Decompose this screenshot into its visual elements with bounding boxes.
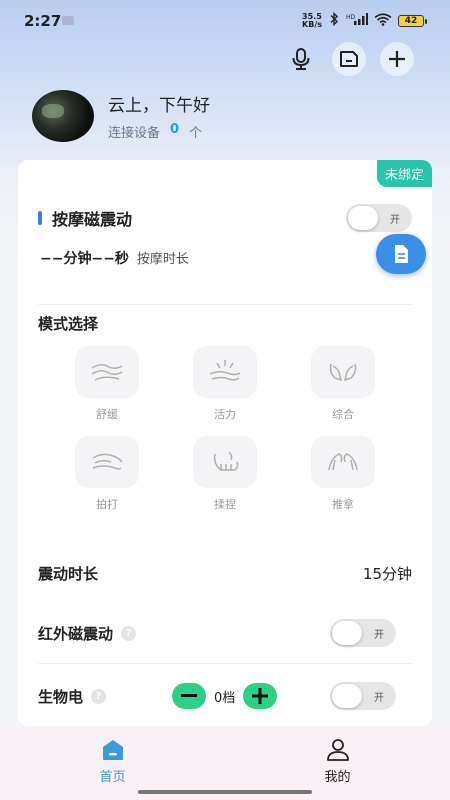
vibration-duration-row[interactable]: 震动时长 15分钟: [38, 553, 412, 593]
massage-vibration-toggle[interactable]: 开: [346, 204, 412, 232]
vibration-duration-value[interactable]: 15分钟: [363, 563, 412, 584]
toggle-knob: [332, 684, 362, 708]
increase-button[interactable]: [243, 683, 278, 709]
document-fab-button[interactable]: [376, 234, 426, 274]
mode-label: 舒缓: [96, 408, 118, 421]
device-card-icon: [340, 51, 358, 67]
minus-icon: [181, 694, 197, 697]
title-accent-bar: [38, 211, 42, 225]
profile-header: 云上，下午好 连接设备 0 个: [32, 90, 210, 142]
bind-status-badge[interactable]: 未绑定: [376, 160, 432, 187]
status-time: 2:27: [24, 12, 62, 30]
bioelectric-level-stepper: 0档: [172, 683, 278, 709]
add-button[interactable]: [380, 42, 414, 76]
duration-value: −−分钟−−秒: [40, 251, 129, 267]
microphone-icon: [292, 48, 310, 70]
wave-hand-icon: [75, 346, 139, 398]
connected-count: 0: [170, 122, 180, 137]
bioelectric-toggle[interactable]: 开: [330, 682, 396, 710]
connected-label: 连接设备: [108, 126, 161, 141]
tap-hand-icon: [75, 436, 139, 488]
toggle-label: 开: [390, 215, 400, 226]
bioelectric-label: 生物电: [38, 687, 84, 706]
mode-push[interactable]: 推拿: [284, 436, 402, 512]
person-icon: [326, 739, 349, 761]
toggle-knob: [332, 621, 362, 645]
net-speed: 35.5 KB/s: [302, 12, 322, 29]
mode-label: 活力: [214, 408, 236, 421]
mode-tap[interactable]: 拍打: [48, 436, 166, 512]
device-card-button[interactable]: [332, 42, 366, 76]
status-bar: 2:27 35.5 KB/s HD 42: [0, 0, 450, 40]
top-actions: [284, 42, 414, 76]
section-title-text: 按摩磁震动: [52, 210, 133, 229]
toggle-knob: [348, 206, 378, 230]
document-icon: [395, 245, 408, 263]
microphone-button[interactable]: [284, 42, 318, 76]
status-right-group: 35.5 KB/s HD 42: [302, 11, 427, 29]
infrared-label: 红外磁震动: [38, 624, 114, 643]
mode-label: 推拿: [332, 498, 354, 511]
mode-soothe[interactable]: 舒缓: [48, 346, 166, 422]
mode-label: 拍打: [96, 498, 118, 511]
plus-icon: [389, 51, 405, 67]
massage-duration: −−分钟−−秒 按摩时长: [40, 248, 189, 268]
knead-hand-icon: [193, 436, 257, 488]
battery-level: 42: [404, 15, 418, 26]
mode-label: 综合: [332, 408, 354, 421]
bluetooth-icon: [328, 11, 340, 29]
push-hands-icon: [311, 436, 375, 488]
hd-tag: HD: [346, 14, 356, 21]
connected-unit: 个: [189, 126, 203, 141]
help-icon[interactable]: ?: [91, 688, 107, 704]
notification-icon: [62, 16, 74, 25]
bottom-nav: 首页 我的: [0, 728, 450, 800]
decrease-button[interactable]: [172, 683, 206, 709]
sparkle-hand-icon: [193, 346, 257, 398]
nav-mine-label: 我的: [324, 770, 351, 785]
connected-devices: 连接设备 0 个: [108, 122, 210, 141]
section-title: 按摩磁震动: [38, 206, 132, 230]
divider: [38, 304, 412, 305]
wifi-icon: [374, 12, 392, 29]
mode-label: 揉捏: [214, 498, 236, 511]
greeting-text: 云上，下午好: [108, 96, 210, 116]
cellular-signal-icon: HD: [346, 13, 368, 28]
battery-icon: 42: [398, 14, 427, 27]
duration-label: 按摩时长: [136, 252, 189, 267]
mode-vitality[interactable]: 活力: [166, 346, 284, 422]
avatar[interactable]: [32, 90, 94, 142]
mode-knead[interactable]: 揉捏: [166, 436, 284, 512]
home-indicator: [138, 790, 312, 794]
nav-home-label: 首页: [99, 770, 126, 785]
greeting-block: 云上，下午好 连接设备 0 个: [108, 91, 210, 141]
mode-combined[interactable]: 综合: [284, 346, 402, 422]
toggle-label: 开: [374, 630, 384, 641]
bioelectric-level: 0档: [214, 690, 236, 706]
mode-grid: 舒缓 活力 综合 拍打 揉捏 推拿: [48, 346, 402, 512]
toggle-label: 开: [374, 693, 384, 704]
divider: [38, 663, 412, 664]
vibration-duration-label: 震动时长: [38, 564, 99, 583]
infrared-toggle[interactable]: 开: [330, 619, 396, 647]
two-hands-icon: [311, 346, 375, 398]
mode-title: 模式选择: [38, 315, 99, 333]
plus-icon: [252, 688, 269, 704]
net-speed-unit: KB/s: [302, 19, 322, 29]
home-icon: [102, 740, 123, 760]
device-control-card: 未绑定 按摩磁震动 开 −−分钟−−秒 按摩时长 模式选择 舒缓 活力 综合 拍…: [18, 160, 432, 726]
help-icon[interactable]: ?: [121, 625, 137, 641]
